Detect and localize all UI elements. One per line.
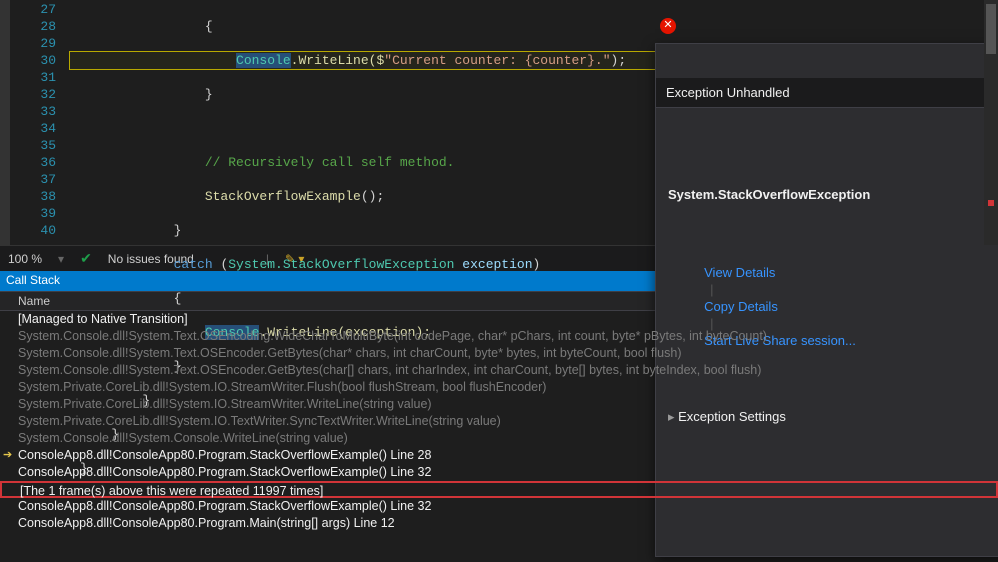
scrollbar-error-mark	[988, 200, 994, 206]
callstack-row[interactable]: ConsoleApp8.dll!ConsoleApp80.Program.Mai…	[0, 515, 998, 532]
vertical-scrollbar[interactable]	[984, 0, 998, 245]
exception-popup-title-bar: Exception Unhandled ⚲ ✕	[656, 78, 998, 108]
callstack-row[interactable]: System.Console.dll!System.Text.OSEncodin…	[0, 328, 998, 345]
callstack-row[interactable]: System.Console.dll!System.Text.OSEncoder…	[0, 345, 998, 362]
callstack-row[interactable]: System.Console.dll!System.Console.WriteL…	[0, 430, 998, 447]
exception-adorner-icon[interactable]: ✕	[660, 18, 676, 34]
callstack-row[interactable]: System.Private.CoreLib.dll!System.IO.Str…	[0, 379, 998, 396]
callstack-row[interactable]: System.Console.dll!System.Text.OSEncoder…	[0, 362, 998, 379]
scrollbar-thumb[interactable]	[986, 4, 996, 54]
zoom-level[interactable]: 100 %	[8, 252, 42, 266]
breakpoint-margin[interactable]	[0, 0, 10, 245]
code-surface[interactable]: { Console.WriteLine($"Current counter: {…	[70, 0, 998, 245]
code-token: Console	[236, 53, 291, 68]
view-details-link[interactable]: View Details	[704, 265, 775, 280]
exception-type: System.StackOverflowException	[668, 186, 998, 203]
callstack-row[interactable]: ConsoleApp8.dll!ConsoleApp80.Program.Sta…	[0, 464, 998, 481]
callstack-row[interactable]: ConsoleApp8.dll!ConsoleApp80.Program.Sta…	[0, 498, 998, 515]
callstack-row[interactable]: [Managed to Native Transition]	[0, 311, 998, 328]
callstack-row[interactable]: [The 1 frame(s) above this were repeated…	[0, 481, 998, 498]
callstack-row[interactable]: System.Private.CoreLib.dll!System.IO.Tex…	[0, 413, 998, 430]
callstack-row[interactable]: System.Private.CoreLib.dll!System.IO.Str…	[0, 396, 998, 413]
code-editor[interactable]: 272829 303132 333435 363738 3940 { Conso…	[0, 0, 998, 245]
exception-popup-title: Exception Unhandled	[666, 84, 998, 101]
line-number-gutter: 272829 303132 333435 363738 3940	[10, 0, 70, 245]
callstack-list[interactable]: [Managed to Native Transition]System.Con…	[0, 311, 998, 546]
callstack-current-frame[interactable]: ConsoleApp8.dll!ConsoleApp80.Program.Sta…	[0, 447, 998, 464]
